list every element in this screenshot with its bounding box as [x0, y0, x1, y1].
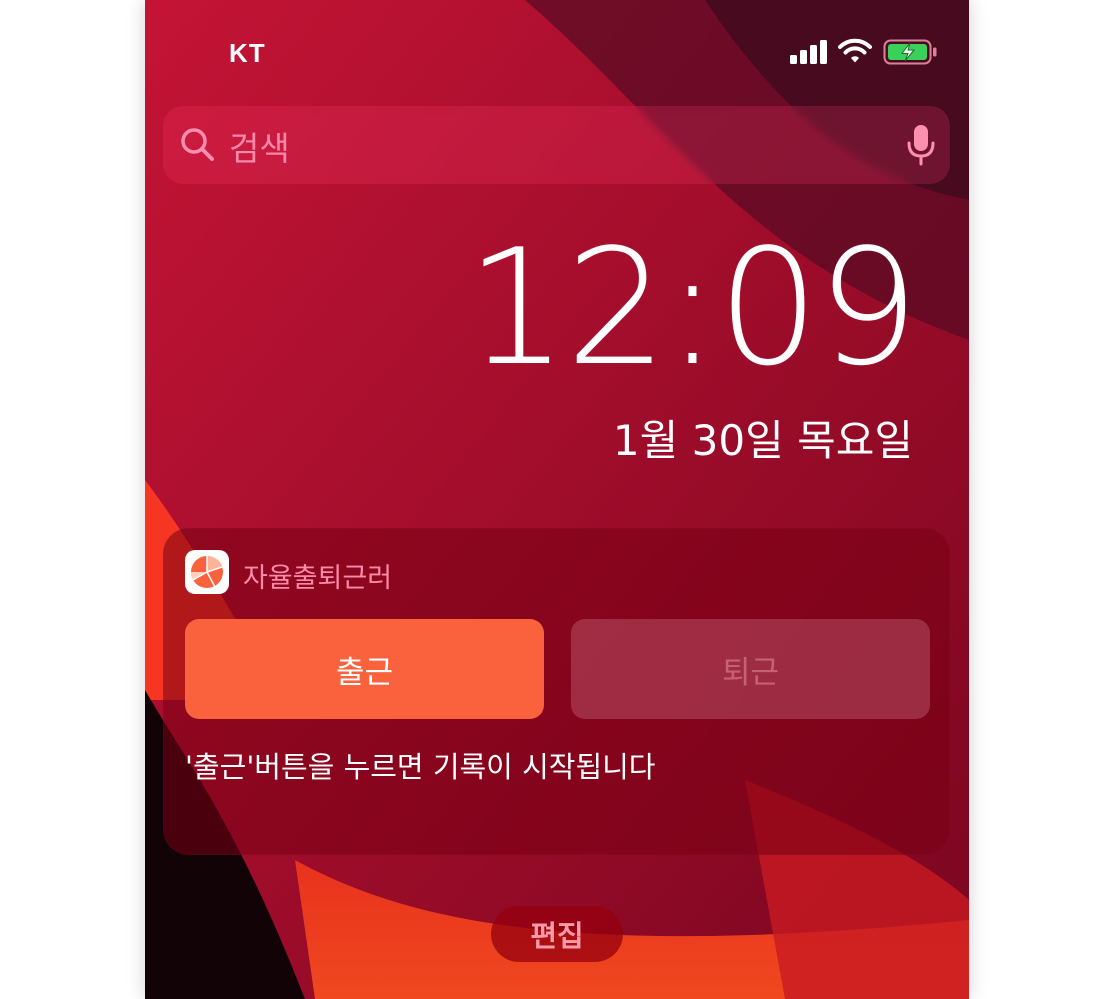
- search-icon: [179, 126, 217, 168]
- edit-label: 편집: [530, 919, 584, 953]
- check-out-button[interactable]: 퇴근: [571, 619, 930, 719]
- widget-hint: '출근'버튼을 누르면 기록이 시작됩니다: [185, 750, 656, 784]
- search-bar[interactable]: 검색: [163, 106, 950, 184]
- edit-button[interactable]: 편집: [491, 906, 623, 962]
- search-input[interactable]: 검색: [229, 122, 290, 170]
- check-in-button[interactable]: 출근: [185, 619, 544, 719]
- lockscreen-time: 12:09: [465, 214, 919, 401]
- status-bar: KT: [145, 30, 969, 74]
- carrier-label: KT: [229, 38, 266, 68]
- check-in-label: 출근: [335, 654, 394, 691]
- attendance-widget: 자율출퇴근러 출근 퇴근 '출근'버튼을 누르면 기록이 시작됩니다: [163, 528, 950, 855]
- check-out-label: 퇴근: [721, 654, 780, 691]
- phone-screen: KT 검색 12:09 1월 30일 목요일 자율출퇴근러 출근 퇴근 '출근'…: [145, 0, 969, 999]
- app-icon[interactable]: [185, 550, 229, 594]
- wifi-icon: [838, 38, 872, 68]
- widget-app-name: 자율출퇴근러: [243, 563, 393, 594]
- battery-charging-icon: [883, 38, 939, 70]
- signal-icon: [790, 40, 830, 68]
- lockscreen-date: 1월 30일 목요일: [612, 416, 913, 465]
- microphone-icon[interactable]: [906, 124, 936, 170]
